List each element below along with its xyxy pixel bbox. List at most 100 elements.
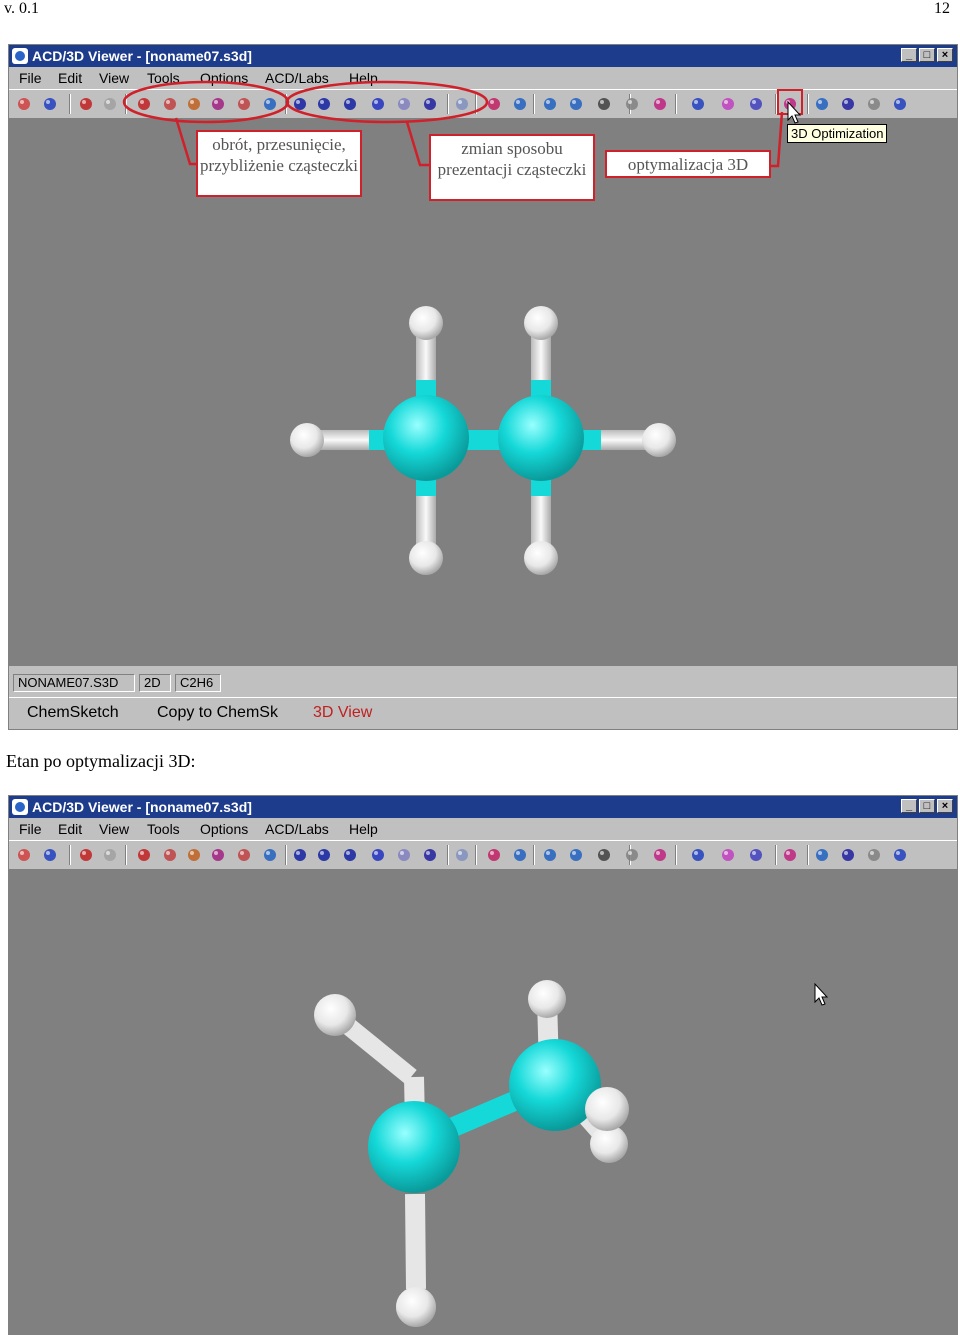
film-gray-icon bbox=[868, 849, 880, 861]
close-button[interactable]: × bbox=[937, 799, 953, 813]
torsion-icon bbox=[598, 849, 610, 861]
annotation-display: zmian sposobu prezentacji cząsteczki bbox=[429, 134, 595, 201]
status-formula: C2H6 bbox=[175, 674, 221, 692]
title-bar: ACD/3D Viewer - [noname07.s3d] _ □ × bbox=[9, 796, 957, 818]
menu-edit[interactable]: Edit bbox=[58, 821, 82, 837]
save-icon[interactable] bbox=[41, 846, 59, 864]
bond bbox=[405, 1193, 426, 1290]
bond-length-icon bbox=[544, 849, 556, 861]
annotation-ellipse-rotate bbox=[122, 80, 290, 124]
menu-view[interactable]: View bbox=[99, 821, 129, 837]
hydrogen-atom bbox=[396, 1287, 436, 1327]
toolbar-separator bbox=[533, 845, 535, 865]
carbon-atom bbox=[498, 395, 584, 481]
translate-icon[interactable] bbox=[235, 846, 253, 864]
measure-angle-icon bbox=[514, 849, 526, 861]
disks-icon[interactable] bbox=[421, 846, 439, 864]
status-bar: NONAME07.S3D 2D C2H6 bbox=[9, 670, 957, 696]
tooltip-3d-optimization: 3D Optimization bbox=[787, 124, 888, 143]
save-icon bbox=[44, 849, 56, 861]
rotate-icon bbox=[138, 849, 150, 861]
optimize-3d-icon bbox=[784, 849, 796, 861]
page-icon[interactable] bbox=[813, 846, 831, 864]
rotate-z-icon[interactable] bbox=[185, 846, 203, 864]
color-icon bbox=[722, 849, 734, 861]
film-color-icon[interactable] bbox=[891, 846, 909, 864]
bond bbox=[581, 430, 601, 450]
translate-icon bbox=[238, 849, 250, 861]
measure-angle-icon[interactable] bbox=[511, 846, 529, 864]
toolbar-separator bbox=[475, 845, 477, 865]
mouse-cursor-icon bbox=[787, 100, 802, 124]
torsion-icon[interactable] bbox=[595, 846, 613, 864]
annotation-ellipse-display bbox=[285, 80, 489, 124]
sticks-icon[interactable] bbox=[315, 846, 333, 864]
measure-distance-icon[interactable] bbox=[485, 846, 503, 864]
rotate-icon[interactable] bbox=[135, 846, 153, 864]
wireframe-icon[interactable] bbox=[291, 846, 309, 864]
spacefill-icon[interactable] bbox=[369, 846, 387, 864]
hydrogen-atom bbox=[409, 306, 443, 340]
plane-icon bbox=[626, 849, 638, 861]
hydrogen-atom bbox=[524, 541, 558, 575]
optimize-3d-icon[interactable] bbox=[781, 846, 799, 864]
3d-view-button[interactable]: 3D View bbox=[313, 704, 372, 722]
rotate-z-icon bbox=[188, 849, 200, 861]
app-icon bbox=[12, 799, 28, 815]
bond bbox=[464, 430, 504, 450]
rotate-xy-icon[interactable] bbox=[161, 846, 179, 864]
angle-icon[interactable] bbox=[567, 846, 585, 864]
menu-help[interactable]: Help bbox=[349, 821, 378, 837]
molecule-canvas[interactable] bbox=[9, 869, 957, 1335]
stereo-icon[interactable] bbox=[651, 846, 669, 864]
dots-icon[interactable] bbox=[395, 846, 413, 864]
status-mode[interactable]: 2D bbox=[139, 674, 171, 692]
toolbar-separator bbox=[675, 845, 677, 865]
annotation-rotate: obrót, przesunięcie, przybliżenie cząste… bbox=[196, 130, 362, 197]
menu-acdlabs[interactable]: ACD/Labs bbox=[265, 821, 329, 837]
plane-icon[interactable] bbox=[623, 846, 641, 864]
angle-icon bbox=[570, 849, 582, 861]
copy-to-chemsketch-button[interactable]: Copy to ChemSk bbox=[157, 704, 278, 722]
rainbow-icon[interactable] bbox=[747, 846, 765, 864]
mouse-cursor-icon bbox=[814, 982, 829, 1006]
toolbar-separator bbox=[285, 845, 287, 865]
bond-length-icon[interactable] bbox=[541, 846, 559, 864]
hydrogen-atom bbox=[528, 980, 566, 1018]
menu-file[interactable]: File bbox=[19, 821, 42, 837]
toolbar-separator bbox=[447, 845, 449, 865]
menu-options[interactable]: Options bbox=[200, 821, 248, 837]
carbon-atom bbox=[383, 395, 469, 481]
film-icon[interactable] bbox=[839, 846, 857, 864]
zoom-icon[interactable] bbox=[261, 846, 279, 864]
film-gray-icon[interactable] bbox=[865, 846, 883, 864]
stereo-icon bbox=[654, 849, 666, 861]
undo-icon[interactable] bbox=[77, 846, 95, 864]
hydrogen-atom bbox=[290, 423, 324, 457]
balls-sticks-icon[interactable] bbox=[341, 846, 359, 864]
redo-icon bbox=[104, 849, 116, 861]
hydrogen-atom bbox=[585, 1087, 629, 1131]
maximize-button[interactable]: □ bbox=[919, 799, 935, 813]
move-icon[interactable] bbox=[209, 846, 227, 864]
toolbar-separator bbox=[125, 845, 127, 865]
sticks-icon bbox=[318, 849, 330, 861]
undo-icon bbox=[80, 849, 92, 861]
hydrogen-atom bbox=[524, 306, 558, 340]
rainbow-icon bbox=[750, 849, 762, 861]
ethane-model-optimized bbox=[314, 980, 829, 1327]
annotation-optimize: optymalizacja 3D bbox=[605, 150, 771, 178]
dots-icon bbox=[398, 849, 410, 861]
caption: Etan po optymalizacji 3D: bbox=[6, 751, 196, 771]
surface-icon[interactable] bbox=[453, 846, 471, 864]
menu-tools[interactable]: Tools bbox=[147, 821, 180, 837]
redo-icon[interactable] bbox=[101, 846, 119, 864]
color-icon[interactable] bbox=[719, 846, 737, 864]
chemsketch-button[interactable]: ChemSketch bbox=[27, 704, 119, 722]
surface-icon bbox=[456, 849, 468, 861]
spacefill-icon bbox=[372, 849, 384, 861]
minimize-button[interactable]: _ bbox=[901, 799, 917, 813]
label-icon[interactable] bbox=[689, 846, 707, 864]
open-icon[interactable] bbox=[15, 846, 33, 864]
toolbar-separator bbox=[775, 845, 777, 865]
